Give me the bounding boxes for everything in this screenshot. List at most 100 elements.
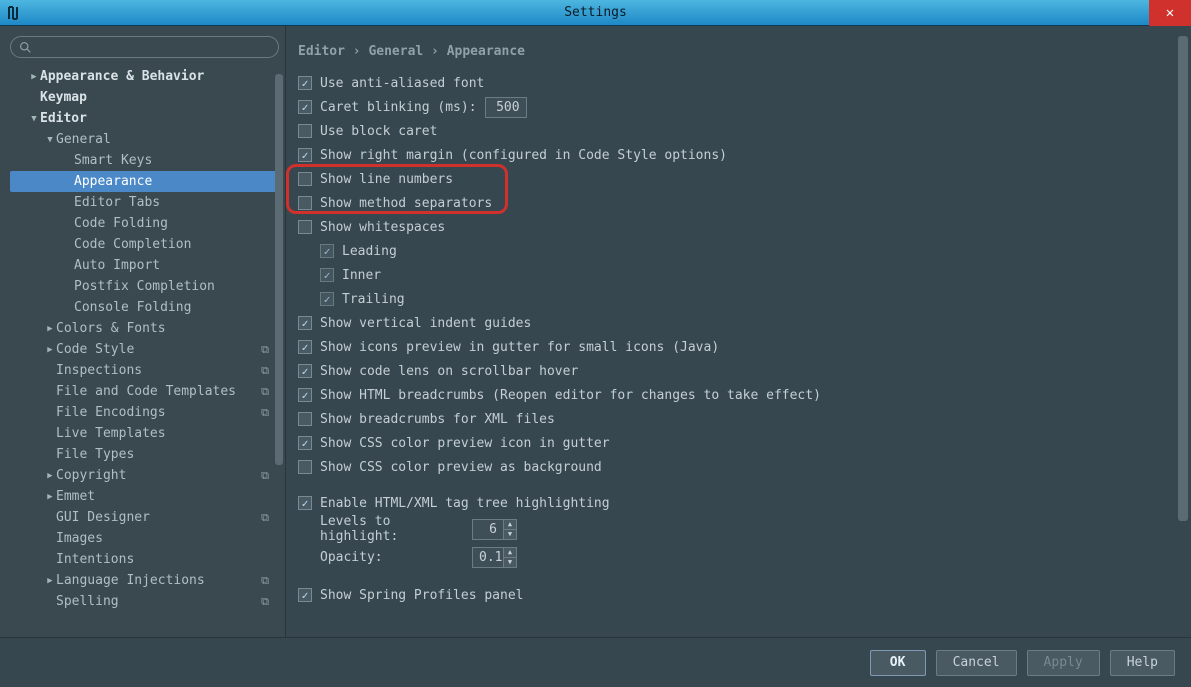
spinner-buttons[interactable]: ▲▼ xyxy=(503,548,516,567)
tree-item-code-folding[interactable]: Code Folding xyxy=(10,213,279,234)
opt-show-xml-breadcrumbs[interactable]: Show breadcrumbs for XML files xyxy=(298,407,1175,431)
opt-leading[interactable]: Leading xyxy=(298,239,1175,263)
close-icon: ✕ xyxy=(1166,5,1174,21)
tree-item-inspections[interactable]: Inspections⧉ xyxy=(10,360,279,381)
spinner-buttons[interactable]: ▲▼ xyxy=(503,520,516,539)
tree-item-console-folding[interactable]: Console Folding xyxy=(10,297,279,318)
opt-show-right-margin[interactable]: Show right margin (configured in Code St… xyxy=(298,143,1175,167)
window-close-button[interactable]: ✕ xyxy=(1149,0,1191,26)
tree-item-general[interactable]: ▼General xyxy=(10,129,279,150)
chevron-up-icon: ▲ xyxy=(504,548,516,558)
chevron-right-icon: ▶ xyxy=(44,576,56,586)
levels-spinner[interactable]: 6▲▼ xyxy=(472,519,517,540)
profile-scope-icon: ⧉ xyxy=(261,469,273,483)
tree-item-keymap[interactable]: Keymap xyxy=(10,87,279,108)
tree-item-intentions[interactable]: Intentions xyxy=(10,549,279,570)
chevron-down-icon: ▼ xyxy=(504,530,516,539)
sidebar-scrollbar[interactable] xyxy=(275,74,283,633)
profile-scope-icon: ⧉ xyxy=(261,574,273,588)
tree-item-code-completion[interactable]: Code Completion xyxy=(10,234,279,255)
tree-item-live-templates[interactable]: Live Templates xyxy=(10,423,279,444)
opt-show-method-separators[interactable]: Show method separators xyxy=(298,191,1175,215)
opt-show-icons-preview[interactable]: Show icons preview in gutter for small i… xyxy=(298,335,1175,359)
checkbox-icon xyxy=(298,588,312,602)
cancel-button[interactable]: Cancel xyxy=(936,650,1017,676)
opt-show-whitespaces[interactable]: Show whitespaces xyxy=(298,215,1175,239)
checkbox-icon xyxy=(320,292,334,306)
opt-show-code-lens[interactable]: Show code lens on scrollbar hover xyxy=(298,359,1175,383)
tree-item-code-style[interactable]: ▶Code Style⧉ xyxy=(10,339,279,360)
tree-item-postfix-completion[interactable]: Postfix Completion xyxy=(10,276,279,297)
opt-use-block-caret[interactable]: Use block caret xyxy=(298,119,1175,143)
levels-label: Levels to highlight: xyxy=(320,514,472,544)
caret-blinking-input[interactable]: 500 xyxy=(485,97,527,118)
opt-caret-blinking[interactable]: Caret blinking (ms):500 xyxy=(298,95,1175,119)
tree-item-appearance-behavior[interactable]: ▶Appearance & Behavior xyxy=(10,66,279,87)
checkbox-icon xyxy=(298,460,312,474)
opt-use-antialiased[interactable]: Use anti-aliased font xyxy=(298,71,1175,95)
chevron-down-icon: ▼ xyxy=(504,558,516,567)
tree-item-copyright[interactable]: ▶Copyright⧉ xyxy=(10,465,279,486)
search-input[interactable] xyxy=(10,36,279,58)
help-button[interactable]: Help xyxy=(1110,650,1175,676)
search-icon xyxy=(19,41,32,54)
opt-show-css-color-bg[interactable]: Show CSS color preview as background xyxy=(298,455,1175,479)
window-title: Settings xyxy=(564,5,627,20)
checkbox-icon xyxy=(298,124,312,138)
tree-item-file-code-templates[interactable]: File and Code Templates⧉ xyxy=(10,381,279,402)
tree-item-emmet[interactable]: ▶Emmet xyxy=(10,486,279,507)
profile-scope-icon: ⧉ xyxy=(261,511,273,525)
opacity-spinner[interactable]: 0.1▲▼ xyxy=(472,547,517,568)
apply-button[interactable]: Apply xyxy=(1027,650,1100,676)
profile-scope-icon: ⧉ xyxy=(261,364,273,378)
opt-trailing[interactable]: Trailing xyxy=(298,287,1175,311)
main-scrollbar[interactable] xyxy=(1178,36,1188,627)
chevron-down-icon: ▼ xyxy=(44,135,56,145)
main-scrollbar-thumb[interactable] xyxy=(1178,36,1188,521)
tree-item-file-types[interactable]: File Types xyxy=(10,444,279,465)
checkbox-icon xyxy=(298,388,312,402)
chevron-up-icon: ▲ xyxy=(504,520,516,530)
checkbox-icon xyxy=(298,220,312,234)
opt-enable-tag-tree[interactable]: Enable HTML/XML tag tree highlighting xyxy=(298,491,1175,515)
opt-show-spring-profiles[interactable]: Show Spring Profiles panel xyxy=(298,583,1175,607)
settings-tree: ▶Appearance & Behavior Keymap ▼Editor ▼G… xyxy=(10,66,279,612)
checkbox-icon xyxy=(298,76,312,90)
opt-show-line-numbers[interactable]: Show line numbers xyxy=(298,167,1175,191)
breadcrumb: Editor › General › Appearance xyxy=(298,44,1175,59)
tree-item-editor-tabs[interactable]: Editor Tabs xyxy=(10,192,279,213)
checkbox-icon xyxy=(320,244,334,258)
checkbox-icon xyxy=(298,172,312,186)
checkbox-icon xyxy=(298,196,312,210)
chevron-right-icon: ▶ xyxy=(44,324,56,334)
checkbox-icon xyxy=(298,412,312,426)
checkbox-icon xyxy=(298,340,312,354)
opt-show-vertical-indent[interactable]: Show vertical indent guides xyxy=(298,311,1175,335)
tree-item-language-injections[interactable]: ▶Language Injections⧉ xyxy=(10,570,279,591)
ok-button[interactable]: OK xyxy=(870,650,926,676)
field-levels-to-highlight: Levels to highlight: 6▲▼ xyxy=(298,515,1175,543)
tree-item-appearance[interactable]: Appearance xyxy=(10,171,279,192)
opt-show-css-color-gutter[interactable]: Show CSS color preview icon in gutter xyxy=(298,431,1175,455)
chevron-right-icon: ▶ xyxy=(44,345,56,355)
profile-scope-icon: ⧉ xyxy=(261,385,273,399)
profile-scope-icon: ⧉ xyxy=(261,595,273,609)
tree-item-spelling[interactable]: Spelling⧉ xyxy=(10,591,279,612)
sidebar-scrollbar-thumb[interactable] xyxy=(275,74,283,465)
tree-item-images[interactable]: Images xyxy=(10,528,279,549)
checkbox-icon xyxy=(298,496,312,510)
checkbox-icon xyxy=(298,316,312,330)
opt-show-html-breadcrumbs[interactable]: Show HTML breadcrumbs (Reopen editor for… xyxy=(298,383,1175,407)
tree-item-smart-keys[interactable]: Smart Keys xyxy=(10,150,279,171)
checkbox-icon xyxy=(298,436,312,450)
tree-item-gui-designer[interactable]: GUI Designer⧉ xyxy=(10,507,279,528)
profile-scope-icon: ⧉ xyxy=(261,343,273,357)
tree-item-colors-fonts[interactable]: ▶Colors & Fonts xyxy=(10,318,279,339)
tree-item-auto-import[interactable]: Auto Import xyxy=(10,255,279,276)
chevron-right-icon: ▶ xyxy=(44,471,56,481)
chevron-right-icon: ▶ xyxy=(44,492,56,502)
opt-inner[interactable]: Inner xyxy=(298,263,1175,287)
tree-item-editor[interactable]: ▼Editor xyxy=(10,108,279,129)
checkbox-icon xyxy=(320,268,334,282)
tree-item-file-encodings[interactable]: File Encodings⧉ xyxy=(10,402,279,423)
